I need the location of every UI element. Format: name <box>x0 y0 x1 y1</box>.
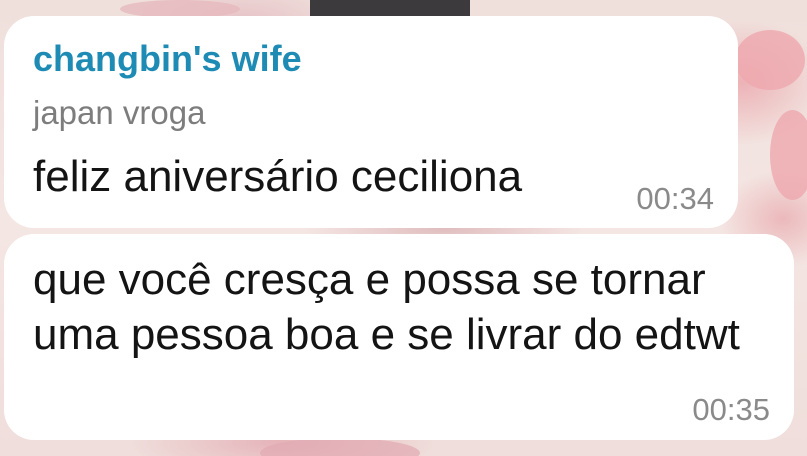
sender-name[interactable]: changbin's wife <box>33 38 302 80</box>
message-time: 00:35 <box>692 392 770 427</box>
message-text: feliz aniversário ceciliona <box>33 152 523 201</box>
wallpaper-flower <box>260 438 420 456</box>
forwarded-from-label[interactable]: japan vroga <box>33 94 205 132</box>
message-time: 00:34 <box>636 181 714 216</box>
message-bubble[interactable]: que você cresça e possa se tornar uma pe… <box>4 234 794 440</box>
wallpaper-flower <box>770 110 807 200</box>
wallpaper-flower <box>735 30 805 90</box>
message-text: que você cresça e possa se tornar uma pe… <box>33 255 740 359</box>
message-bubble[interactable]: changbin's wife japan vroga feliz aniver… <box>4 16 738 228</box>
